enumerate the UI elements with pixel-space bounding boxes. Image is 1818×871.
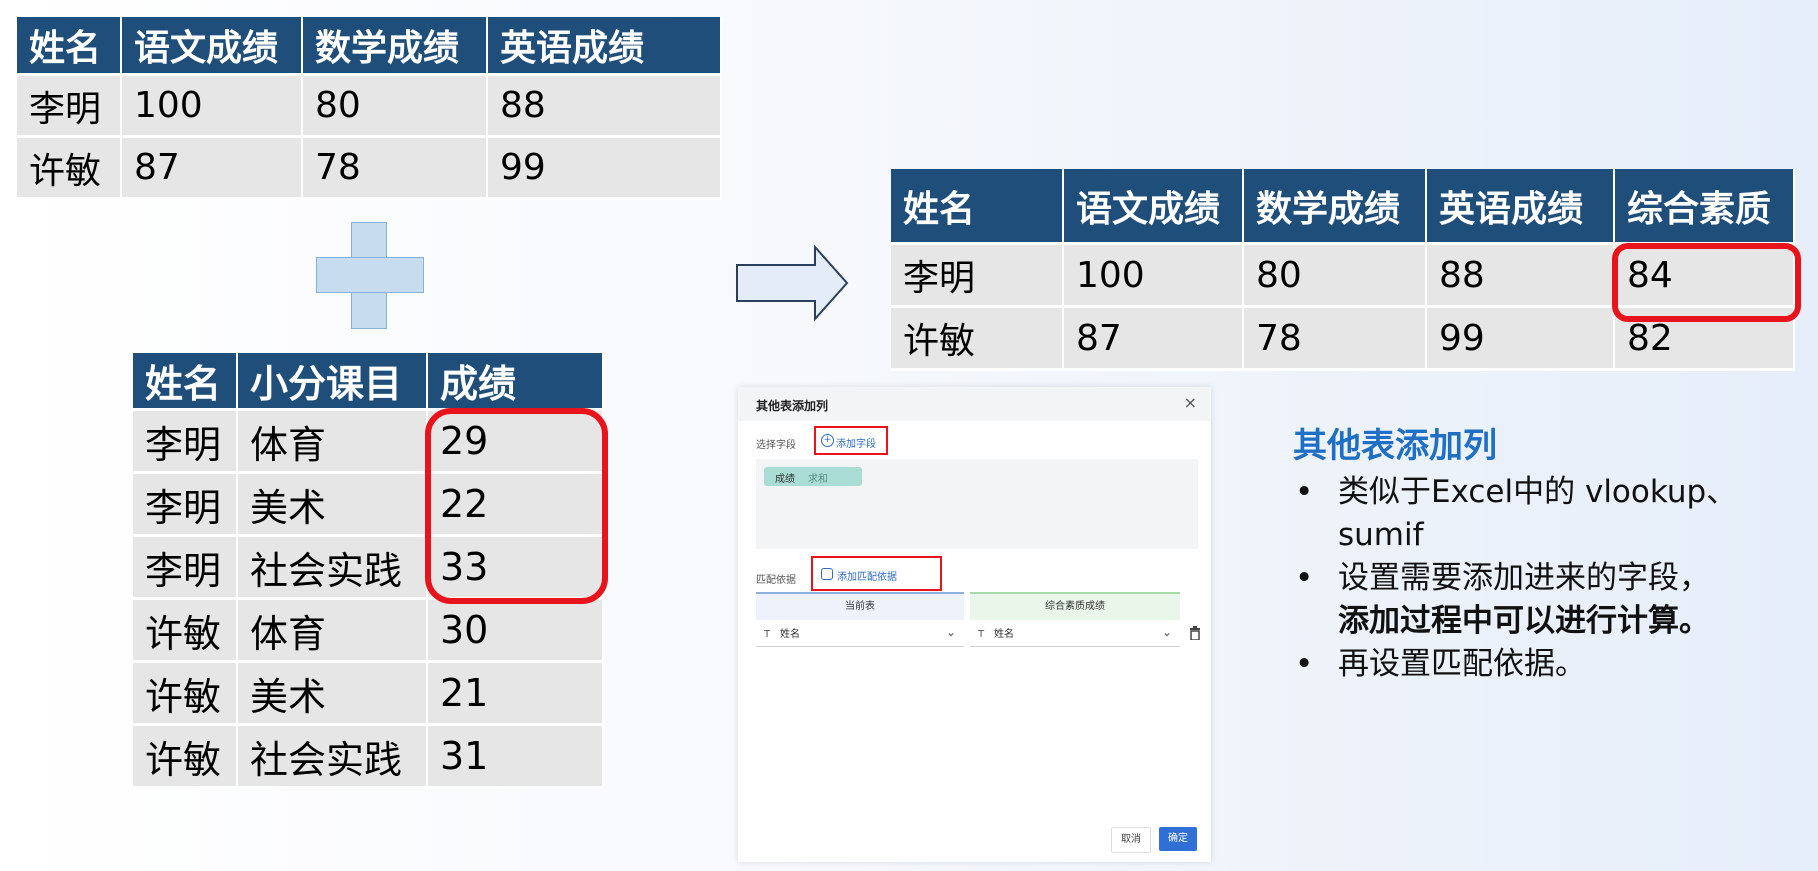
add-field-label: 添加字段 [836, 439, 876, 450]
select-value: 姓名 [994, 629, 1014, 640]
table-cell: 100 [1064, 245, 1244, 308]
select-value: 姓名 [780, 629, 800, 640]
header-cell: 英语成绩 [1427, 169, 1615, 245]
table-cell: 许敏 [133, 663, 238, 726]
current-table-header: 当前表 [756, 592, 964, 620]
table-cell: 许敏 [891, 308, 1064, 371]
table-cell: 李明 [133, 537, 238, 600]
notes-title: 其他表添加列 [1293, 426, 1497, 466]
header-cell: 成绩 [428, 353, 604, 411]
table-row: 许敏 87 78 99 [17, 138, 722, 200]
table-cell: 88 [1427, 245, 1615, 308]
add-column-dialog: 其他表添加列 × 选择字段 + 添加字段 成绩 求和 匹配依据 添加匹配依据 当… [738, 387, 1211, 862]
table-cell: 99 [1427, 308, 1615, 371]
note-text: 设置需要添加进来的字段， [1338, 560, 1710, 596]
table-cell: 87 [1064, 308, 1244, 371]
table-cell: 30 [428, 600, 604, 663]
table-cell: 美术 [238, 663, 428, 726]
other-table-header: 综合素质成绩 [970, 592, 1180, 620]
field-chip[interactable]: 成绩 求和 [764, 467, 862, 486]
table-row: 许敏 社会实践 31 [133, 726, 604, 789]
plus-circle-icon: + [821, 434, 834, 447]
highlight-box-result [1612, 243, 1801, 322]
table-header-row: 姓名 语文成绩 数学成绩 英语成绩 [17, 17, 722, 76]
notes-panel: 其他表添加列 • 类似于Excel中的 vlookup、sumif • 设置需要… [1293, 418, 1813, 686]
table-cell: 88 [488, 76, 722, 138]
table-cell: 100 [122, 76, 303, 138]
table-cell: 李明 [17, 76, 122, 138]
header-cell: 姓名 [891, 169, 1064, 245]
add-field-button[interactable]: + 添加字段 [814, 426, 888, 455]
header-cell: 英语成绩 [488, 17, 722, 76]
table-cell: 李明 [133, 411, 238, 474]
table-cell: 78 [1244, 308, 1427, 371]
table-cell: 31 [428, 726, 604, 789]
trash-icon[interactable] [1189, 626, 1201, 640]
scores-table: 姓名 语文成绩 数学成绩 英语成绩 李明 100 80 88 许敏 87 78 … [17, 17, 722, 200]
header-cell: 小分课目 [238, 353, 428, 411]
add-match-button[interactable]: 添加匹配依据 [811, 556, 942, 591]
note-text: 类似于Excel中的 vlookup、sumif [1338, 474, 1738, 553]
cancel-button[interactable]: 取消 [1111, 827, 1151, 853]
selected-fields-area: 成绩 求和 [756, 459, 1198, 549]
table-cell: 80 [1244, 245, 1427, 308]
current-table-field-select[interactable]: T 姓名 ⌄ [756, 624, 964, 647]
confirm-button[interactable]: 确定 [1159, 827, 1197, 851]
header-cell: 综合素质 [1615, 169, 1795, 245]
arrow-right-icon [736, 244, 849, 322]
table-cell: 87 [122, 138, 303, 200]
note-emphasis: 添加过程中可以进行计算。 [1338, 603, 1710, 639]
table-cell: 许敏 [17, 138, 122, 200]
table-row: 许敏 美术 21 [133, 663, 604, 726]
header-cell: 语文成绩 [1064, 169, 1244, 245]
table-cell: 99 [488, 138, 722, 200]
chevron-down-icon: ⌄ [945, 625, 956, 639]
highlight-box-scores [425, 408, 608, 604]
table-cell: 许敏 [133, 726, 238, 789]
close-icon[interactable]: × [1184, 393, 1197, 412]
select-field-label: 选择字段 [756, 440, 796, 451]
plus-icon-center [352, 258, 385, 291]
list-item: • 类似于Excel中的 vlookup、sumif [1293, 471, 1813, 557]
table-cell: 李明 [133, 474, 238, 537]
dialog-title: 其他表添加列 [756, 399, 829, 413]
other-table-field-select[interactable]: T 姓名 ⌄ [970, 624, 1180, 647]
match-label: 匹配依据 [756, 575, 796, 586]
list-item: • 设置需要添加进来的字段， 添加过程中可以进行计算。 [1293, 557, 1813, 643]
table-cell: 21 [428, 663, 604, 726]
header-cell: 数学成绩 [1244, 169, 1427, 245]
note-text: 再设置匹配依据。 [1338, 646, 1586, 682]
text-type-icon: T [764, 629, 771, 640]
list-item: • 再设置匹配依据。 [1293, 643, 1813, 686]
table-row: 李明 100 80 88 [17, 76, 722, 138]
header-cell: 语文成绩 [122, 17, 303, 76]
chevron-down-icon: ⌄ [1161, 625, 1172, 639]
table-cell: 体育 [238, 600, 428, 663]
table-cell: 李明 [891, 245, 1064, 308]
chip-aggregation: 求和 [808, 474, 828, 485]
table-cell: 许敏 [133, 600, 238, 663]
header-cell: 姓名 [133, 353, 238, 411]
link-icon [821, 568, 833, 580]
table-cell: 体育 [238, 411, 428, 474]
table-cell: 78 [303, 138, 488, 200]
text-type-icon: T [978, 629, 985, 640]
table-cell: 社会实践 [238, 537, 428, 600]
notes-list: • 类似于Excel中的 vlookup、sumif • 设置需要添加进来的字段… [1293, 471, 1813, 686]
dialog-header: 其他表添加列 × [738, 387, 1211, 421]
table-cell: 美术 [238, 474, 428, 537]
header-cell: 姓名 [17, 17, 122, 76]
table-header-row: 姓名 语文成绩 数学成绩 英语成绩 综合素质 [891, 169, 1795, 245]
bullet: • [1295, 474, 1314, 510]
table-cell: 80 [303, 76, 488, 138]
bullet: • [1295, 646, 1314, 682]
table-cell: 社会实践 [238, 726, 428, 789]
add-match-label: 添加匹配依据 [837, 572, 897, 583]
header-cell: 数学成绩 [303, 17, 488, 76]
table-row: 许敏 体育 30 [133, 600, 604, 663]
bullet: • [1295, 560, 1314, 596]
chip-field-name: 成绩 [775, 474, 795, 485]
table-header-row: 姓名 小分课目 成绩 [133, 353, 604, 411]
